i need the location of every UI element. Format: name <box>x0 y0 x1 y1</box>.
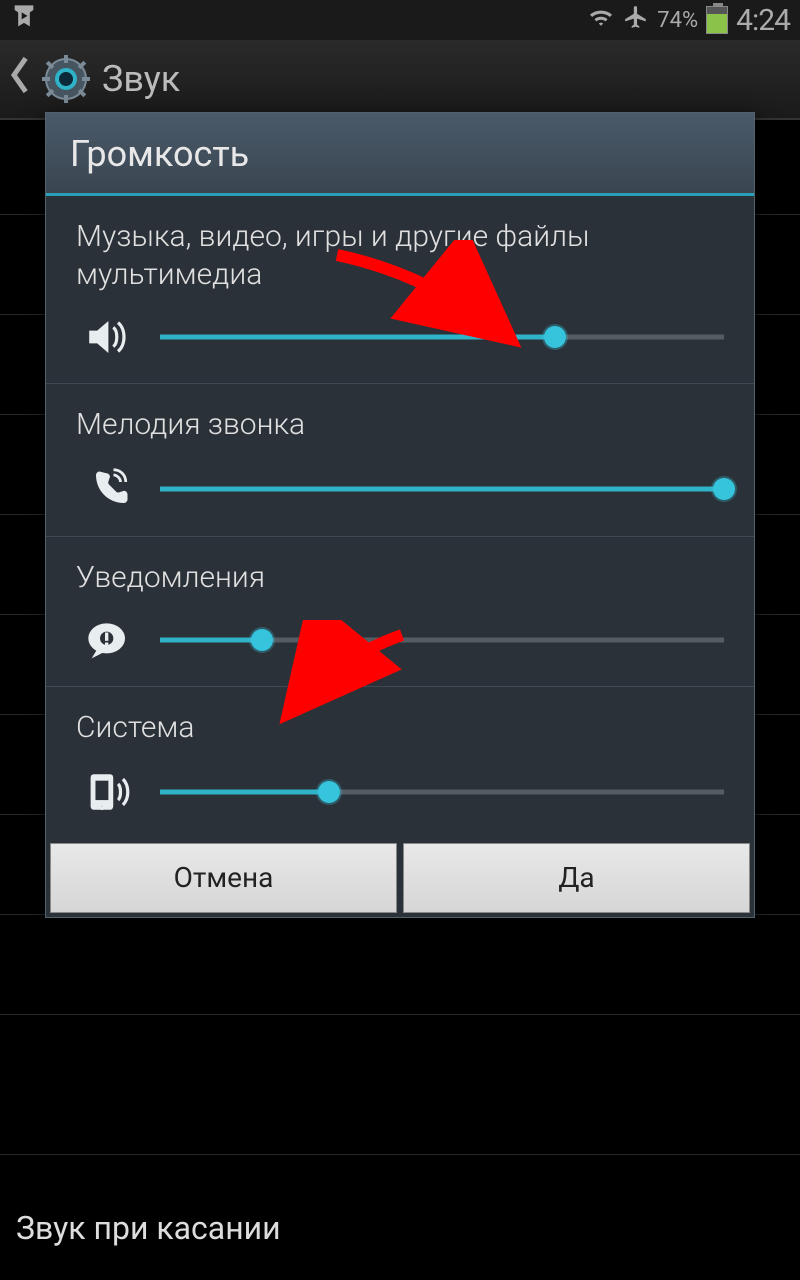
action-bar: Звук <box>0 40 800 120</box>
volume-dialog: Громкость Музыка, видео, игры и другие ф… <box>45 112 755 918</box>
battery-percentage: 74% <box>657 8 698 33</box>
dialog-title: Громкость <box>70 133 730 175</box>
dialog-button-bar: Отмена Да <box>46 839 754 917</box>
cancel-button-label: Отмена <box>174 861 274 894</box>
volume-section-notifications: Уведомления <box>46 537 754 688</box>
wifi-icon <box>587 5 615 35</box>
device-icon <box>82 771 138 813</box>
ok-button[interactable]: Да <box>403 843 750 913</box>
status-bar: 74% 4:24 <box>0 0 800 40</box>
notification-volume-slider[interactable] <box>160 626 724 654</box>
volume-section-system: Система <box>46 687 754 839</box>
action-bar-title: Звук <box>102 58 180 100</box>
status-clock: 4:24 <box>736 3 790 38</box>
back-icon[interactable] <box>8 55 30 104</box>
settings-gear-icon <box>42 55 90 103</box>
speaker-icon <box>82 317 138 357</box>
volume-label: Система <box>76 709 724 747</box>
volume-section-ringtone: Мелодия звонка <box>46 384 754 537</box>
play-store-icon <box>10 3 38 38</box>
system-volume-slider[interactable] <box>160 778 724 806</box>
volume-section-media: Музыка, видео, игры и другие файлы мульт… <box>46 196 754 384</box>
ok-button-label: Да <box>558 861 594 894</box>
bg-list-item-label: Звук при касании <box>16 1209 281 1247</box>
notification-icon <box>82 620 138 660</box>
volume-label: Уведомления <box>76 559 724 597</box>
ringtone-volume-slider[interactable] <box>160 475 724 503</box>
airplane-icon <box>623 4 649 37</box>
media-volume-slider[interactable] <box>160 323 724 351</box>
volume-label: Музыка, видео, игры и другие файлы мульт… <box>76 218 724 293</box>
volume-label: Мелодия звонка <box>76 406 724 444</box>
phone-icon <box>82 468 138 510</box>
dialog-header: Громкость <box>46 113 754 196</box>
battery-icon <box>706 6 728 34</box>
cancel-button[interactable]: Отмена <box>50 843 397 913</box>
